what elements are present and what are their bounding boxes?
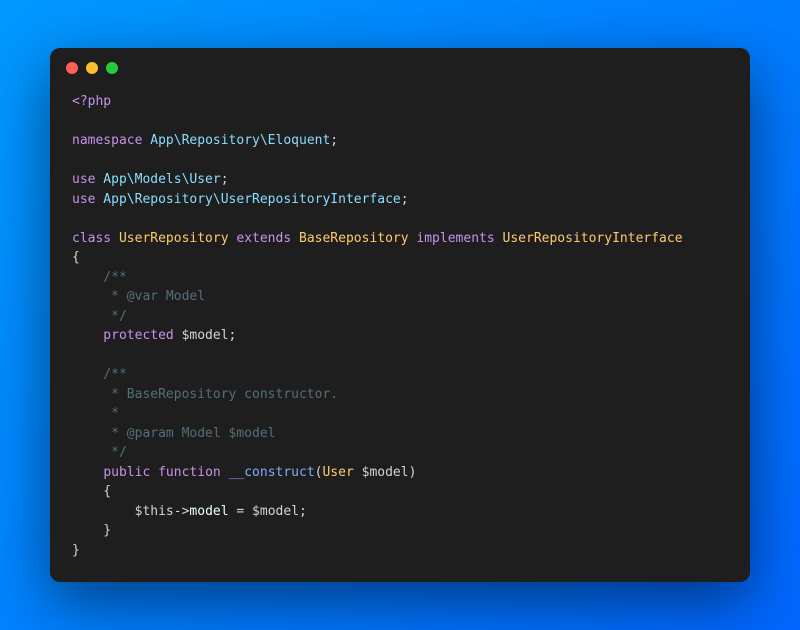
paren-close: ) (409, 465, 417, 480)
docblock: /** (72, 270, 127, 285)
extends-keyword: extends (236, 231, 291, 246)
docblock: * BaseRepository constructor. (72, 387, 338, 402)
use-keyword: use (72, 192, 95, 207)
implements-keyword: implements (416, 231, 494, 246)
semicolon: ; (330, 133, 338, 148)
semicolon: ; (401, 192, 409, 207)
use-keyword: use (72, 172, 95, 187)
close-icon[interactable] (66, 62, 78, 74)
indent (72, 504, 135, 519)
class-name: UserRepository (111, 231, 236, 246)
property-name: model (189, 504, 236, 519)
indent (72, 465, 103, 480)
base-class: BaseRepository (291, 231, 416, 246)
docblock: */ (72, 445, 127, 460)
semicolon: ; (299, 504, 307, 519)
docblock: * @var Model (72, 289, 205, 304)
brace-close: } (72, 543, 80, 558)
param-var: $model (362, 465, 409, 480)
class-keyword: class (72, 231, 111, 246)
arrow-op: -> (174, 504, 190, 519)
code-window: <?php namespace App\Repository\Eloquent;… (50, 48, 750, 582)
visibility-keyword: protected (72, 328, 182, 343)
param-type: User (322, 465, 361, 480)
php-keyword: php (88, 94, 111, 109)
namespace-path: App\Repository\Eloquent (142, 133, 330, 148)
semicolon: ; (229, 328, 237, 343)
property-var: $model (182, 328, 229, 343)
brace-open: { (72, 484, 111, 499)
php-open-tag: <? (72, 94, 88, 109)
visibility-keyword: public (103, 465, 158, 480)
minimize-icon[interactable] (86, 62, 98, 74)
code-editor[interactable]: <?php namespace App\Repository\Eloquent;… (50, 84, 750, 582)
function-name: __construct (229, 465, 315, 480)
function-keyword: function (158, 465, 228, 480)
use-path: App\Repository\UserRepositoryInterface (95, 192, 400, 207)
this-var: $this (135, 504, 174, 519)
maximize-icon[interactable] (106, 62, 118, 74)
brace-open: { (72, 250, 80, 265)
semicolon: ; (221, 172, 229, 187)
docblock: /** (72, 367, 127, 382)
namespace-keyword: namespace (72, 133, 142, 148)
use-path: App\Models\User (95, 172, 220, 187)
titlebar (50, 48, 750, 84)
brace-close: } (72, 523, 111, 538)
interface-name: UserRepositoryInterface (495, 231, 683, 246)
equals-op: = (236, 504, 252, 519)
docblock: * @param Model $model (72, 426, 276, 441)
assign-var: $model (252, 504, 299, 519)
docblock: */ (72, 309, 127, 324)
docblock: * (72, 406, 119, 421)
